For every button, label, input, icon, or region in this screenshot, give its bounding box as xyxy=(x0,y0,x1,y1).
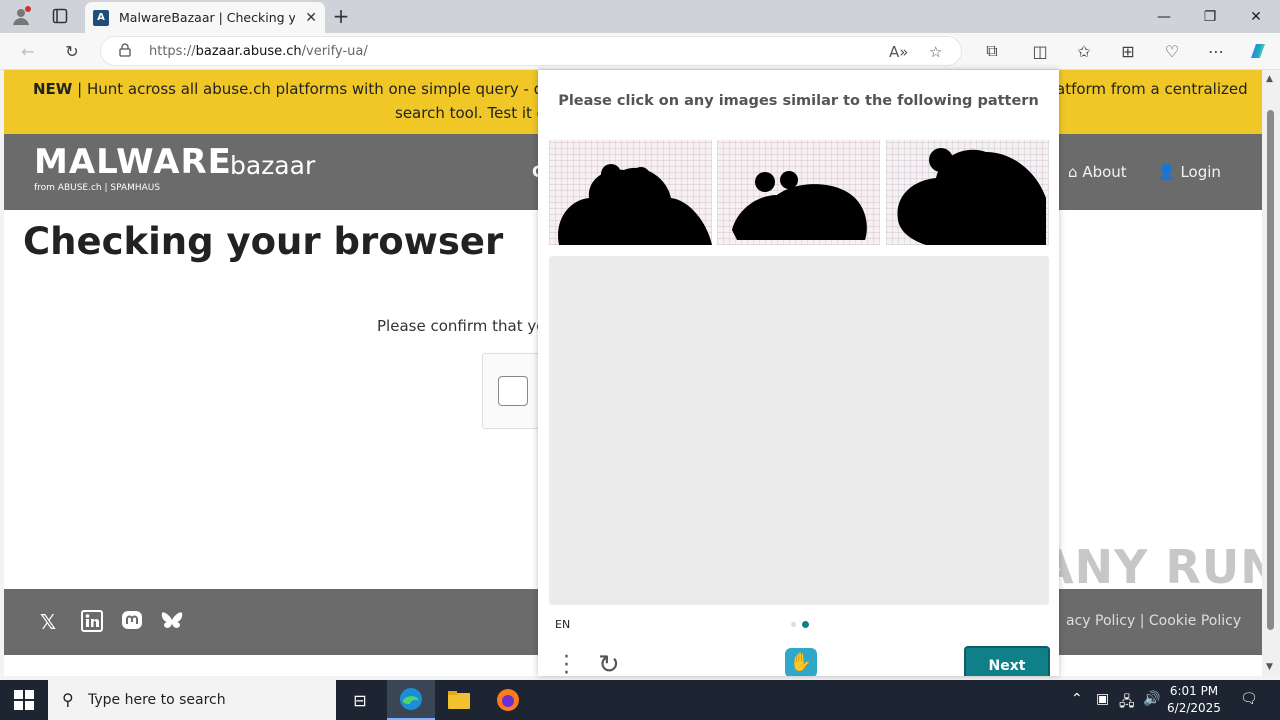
logo-malware[interactable]: MALWARE xyxy=(34,142,232,182)
search-placeholder: Type here to search xyxy=(88,692,226,708)
hcaptcha-logo-icon[interactable]: ✋ xyxy=(785,648,817,676)
collections-icon[interactable]: ⊞ xyxy=(1114,38,1142,64)
refresh-icon[interactable]: ↻ xyxy=(58,38,86,64)
favorite-star-icon[interactable]: ☆ xyxy=(929,43,942,61)
page-title: Checking your browser xyxy=(23,220,504,263)
file-explorer-icon[interactable] xyxy=(435,680,483,720)
more-menu-icon[interactable]: ⋯ xyxy=(1202,38,1230,64)
browser-navbar: ← ↻ https://bazaar.abuse.ch/verify-ua/ A… xyxy=(0,33,1280,70)
windows-taskbar: ⚲ Type here to search ⊟ ⌃ ▣ 🖧 🔊 6:01 PM … xyxy=(0,680,1280,720)
taskbar-clock[interactable]: 6:01 PM 6/2/2025 xyxy=(1160,683,1228,717)
clock-time: 6:01 PM xyxy=(1169,684,1219,698)
restore-icon[interactable]: ❐ xyxy=(1187,0,1233,33)
anyrun-watermark: ANY RUN xyxy=(1038,540,1280,594)
browser-titlebar: A MalwareBazaar | Checking your b ✕ + — … xyxy=(0,0,1280,33)
nav-login[interactable]: 👤 Login xyxy=(1157,163,1221,181)
windows-start-icon[interactable] xyxy=(14,690,34,714)
captcha-instruction: Please click on any images similar to th… xyxy=(558,93,1039,109)
lock-icon xyxy=(119,43,131,61)
banner-text: NEW | Hunt across all abuse.ch platforms… xyxy=(33,80,591,98)
url-text: https://bazaar.abuse.ch/verify-ua/ xyxy=(149,44,368,59)
network-icon[interactable]: 🖧 xyxy=(1119,691,1135,715)
page-dot-2-active xyxy=(802,621,809,628)
back-icon[interactable]: ← xyxy=(14,38,42,64)
captcha-refresh-icon[interactable]: ↻ xyxy=(598,650,620,676)
language-selector[interactable]: EN xyxy=(555,618,570,631)
hcaptcha-challenge: Please click on any images similar to th… xyxy=(538,70,1059,676)
scroll-down-icon[interactable]: ▼ xyxy=(1266,662,1273,672)
tray-overflow-icon[interactable]: ⌃ xyxy=(1071,691,1083,707)
captcha-menu-icon[interactable]: · · · xyxy=(563,647,570,677)
nav-about[interactable]: ⌂ About xyxy=(1068,163,1127,181)
x-icon[interactable]: 𝕏 xyxy=(40,610,56,634)
footer-links[interactable]: acy Policy | Cookie Policy xyxy=(1066,613,1241,629)
browser-essentials-icon[interactable]: ♡ xyxy=(1158,38,1186,64)
close-tab-icon[interactable]: ✕ xyxy=(305,10,317,26)
edge-taskbar-icon[interactable] xyxy=(387,680,435,720)
scroll-up-icon[interactable]: ▲ xyxy=(1266,74,1273,84)
volume-icon[interactable]: 🔊 xyxy=(1143,691,1160,707)
new-tab-icon[interactable]: + xyxy=(328,4,354,28)
user-icon: 👤 xyxy=(1157,163,1176,181)
hcaptcha-checkbox[interactable] xyxy=(498,376,528,406)
page-scrollbar[interactable]: ▲ ▼ xyxy=(1262,70,1280,676)
mastodon-icon[interactable] xyxy=(121,610,143,637)
address-bar[interactable]: https://bazaar.abuse.ch/verify-ua/ A» ☆ xyxy=(100,36,962,66)
bluesky-icon[interactable] xyxy=(160,610,184,637)
next-button[interactable]: Next xyxy=(964,646,1050,676)
search-icon: ⚲ xyxy=(62,690,74,709)
logo-bazaar[interactable]: bazaar xyxy=(230,151,315,180)
copilot-icon[interactable] xyxy=(1244,38,1272,64)
sample-image-frog-1 xyxy=(549,140,712,245)
sample-image-frog-3 xyxy=(886,140,1049,245)
linkedin-icon[interactable] xyxy=(81,610,103,637)
banner-text-line2: search tool. Test it ou xyxy=(395,104,556,122)
firefox-icon[interactable] xyxy=(484,680,532,720)
clock-date: 6/2/2025 xyxy=(1167,701,1221,715)
close-window-icon[interactable]: ✕ xyxy=(1233,0,1279,33)
tray-device-icon[interactable]: ▣ xyxy=(1096,691,1109,707)
read-aloud-icon[interactable]: A» xyxy=(889,43,908,61)
logo-from: from ABUSE.ch | SPAMHAUS xyxy=(34,183,161,193)
notifications-icon[interactable]: 🗨 xyxy=(1240,691,1258,707)
active-tab[interactable]: A MalwareBazaar | Checking your b ✕ xyxy=(85,2,325,33)
minimize-icon[interactable]: — xyxy=(1141,0,1187,33)
confirm-text: Please confirm that you xyxy=(377,317,555,335)
task-view-icon[interactable]: ⊟ xyxy=(336,680,384,720)
sample-image-frog-2 xyxy=(717,140,880,245)
malwarebazaar-favicon: A xyxy=(93,9,109,26)
taskbar-search[interactable]: ⚲ Type here to search xyxy=(48,680,336,720)
scroll-thumb[interactable] xyxy=(1267,110,1274,630)
favorites-icon[interactable]: ✩ xyxy=(1070,38,1098,64)
challenge-image-area[interactable] xyxy=(549,256,1049,605)
split-screen-icon[interactable]: ◫ xyxy=(1026,38,1054,64)
tab-title: MalwareBazaar | Checking your b xyxy=(119,10,295,25)
tab-actions-icon[interactable] xyxy=(47,4,73,28)
extensions-icon[interactable]: ⧉ xyxy=(978,38,1006,64)
banner-text-right: atform from a centralized xyxy=(1056,80,1248,98)
home-icon: ⌂ xyxy=(1068,163,1078,181)
profile-icon[interactable] xyxy=(8,4,34,28)
page-dot-1 xyxy=(791,622,796,627)
